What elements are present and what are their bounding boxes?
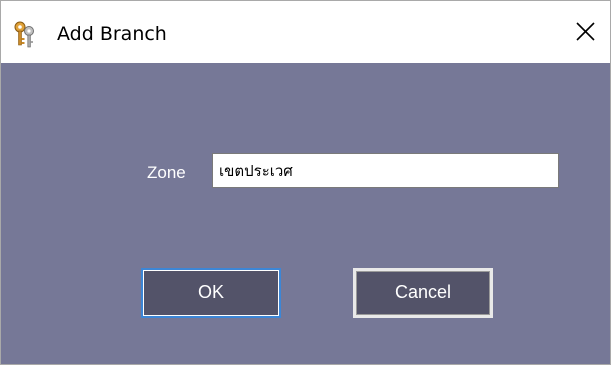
zone-input[interactable]: [212, 153, 559, 188]
title-bar: Add Branch: [1, 1, 610, 63]
add-branch-dialog: Add Branch Zone OK Cancel: [0, 0, 611, 365]
ok-button[interactable]: OK: [141, 268, 281, 318]
window-title: Add Branch: [57, 23, 167, 45]
zone-label: Zone: [147, 163, 186, 182]
close-button[interactable]: [567, 17, 603, 49]
dialog-body: Zone OK Cancel: [1, 63, 610, 364]
cancel-button[interactable]: Cancel: [353, 268, 493, 318]
keys-icon: [9, 19, 41, 49]
close-icon: [576, 22, 595, 41]
